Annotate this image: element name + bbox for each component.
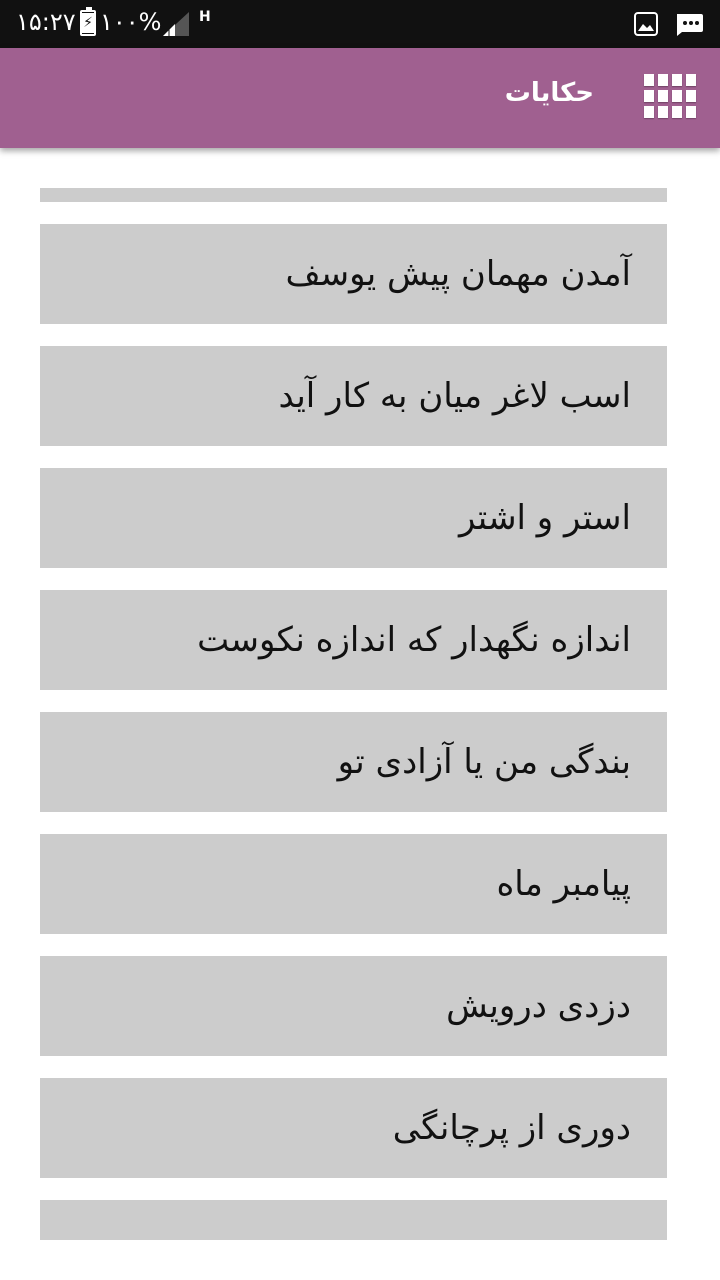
list-item-label: آمدن مهمان پیش یوسف bbox=[285, 254, 631, 294]
grid-menu-icon[interactable] bbox=[644, 74, 696, 122]
gallery-notification-icon bbox=[634, 12, 658, 36]
list-item-label: استر و اشتر bbox=[459, 498, 631, 538]
story-list[interactable]: آمدن مهمان پیش یوسف اسب لاغر میان به کار… bbox=[40, 188, 667, 1240]
status-time: ۱۵:۲۷ bbox=[16, 8, 76, 36]
list-item[interactable]: دوری از پرچانگی bbox=[40, 1078, 667, 1178]
list-item[interactable]: استر و اشتر bbox=[40, 468, 667, 568]
list-item[interactable]: بندگی من یا آزادی تو bbox=[40, 712, 667, 812]
list-item-label: دزدی درویش bbox=[446, 986, 631, 1026]
signal-icon bbox=[163, 12, 189, 36]
list-item[interactable]: اسب لاغر میان به کار آید bbox=[40, 346, 667, 446]
status-bar: ۱۵:۲۷ ۱۰۰% H bbox=[0, 0, 720, 48]
list-item[interactable]: ... bbox=[40, 1200, 667, 1240]
list-item-label: اندازه نگهدار که اندازه نکوست bbox=[197, 620, 631, 660]
list-item-label: اسب لاغر میان به کار آید bbox=[278, 376, 631, 416]
status-network-type: H bbox=[199, 9, 211, 25]
list-item-label: دوری از پرچانگی bbox=[392, 1108, 631, 1148]
list-item-label: پیامبر ماه bbox=[496, 864, 631, 904]
message-notification-icon bbox=[677, 14, 703, 36]
list-item[interactable]: اندازه نگهدار که اندازه نکوست bbox=[40, 590, 667, 690]
list-item[interactable]: دزدی درویش bbox=[40, 956, 667, 1056]
page-title: حکایات bbox=[504, 78, 594, 108]
app-bar: حکایات bbox=[0, 48, 720, 148]
list-item-partial bbox=[40, 188, 667, 202]
list-item-label: بندگی من یا آزادی تو bbox=[337, 742, 631, 782]
list-item-label: ... bbox=[599, 1200, 631, 1240]
list-item[interactable]: پیامبر ماه bbox=[40, 834, 667, 934]
battery-charging-icon bbox=[80, 7, 96, 36]
list-item[interactable]: آمدن مهمان پیش یوسف bbox=[40, 224, 667, 324]
status-battery-level: ۱۰۰% bbox=[100, 8, 162, 36]
